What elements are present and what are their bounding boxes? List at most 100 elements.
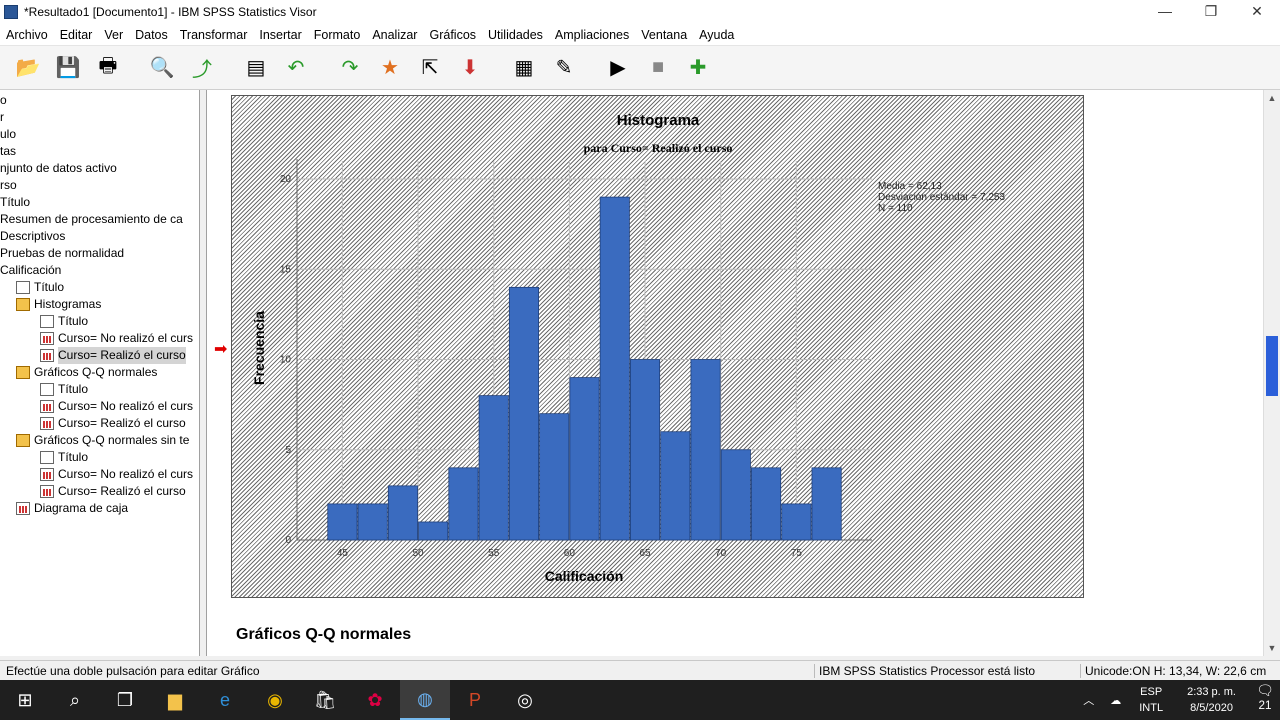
menu-analizar[interactable]: Analizar — [366, 28, 423, 42]
menu-ayuda[interactable]: Ayuda — [693, 28, 740, 42]
spss-app-icon — [4, 5, 18, 19]
outline-item[interactable]: Curso= Realizó el curso — [40, 483, 186, 500]
restore-button[interactable]: ❐ — [1188, 0, 1234, 24]
outline-item[interactable]: Curso= Realizó el curso — [40, 347, 186, 364]
book-icon — [16, 298, 30, 311]
menu-archivo[interactable]: Archivo — [0, 28, 54, 42]
notifications-icon[interactable]: 🗨21 — [1250, 682, 1280, 718]
outline-item[interactable]: Histogramas — [16, 296, 101, 313]
book-icon — [16, 434, 30, 447]
windows-start-icon[interactable]: ⊞ — [0, 680, 50, 720]
histogram-bar — [751, 467, 782, 541]
task-view-icon[interactable]: ❐ — [100, 680, 150, 720]
outline-item[interactable]: Gráficos Q-Q normales — [16, 364, 157, 381]
histogram-chart[interactable]: 0 5 10 15 20 45 50 55 60 65 70 75 Histograma para Cur… — [231, 95, 1084, 598]
outline-item[interactable]: Título — [16, 279, 64, 296]
menu-ver[interactable]: Ver — [98, 28, 129, 42]
outline-item-label: Gráficos Q-Q normales — [34, 365, 158, 379]
outline-item[interactable]: ulo — [0, 126, 16, 143]
store-icon[interactable]: 🛍 — [300, 680, 350, 720]
print-preview-icon[interactable]: 🔍 — [146, 52, 178, 84]
menu-ventana[interactable]: Ventana — [635, 28, 693, 42]
scrollbar-thumb[interactable] — [1266, 336, 1278, 396]
spss-taskbar-icon[interactable]: ◍ — [400, 680, 450, 720]
language-indicator[interactable]: ESP INTL — [1139, 684, 1163, 716]
save-icon[interactable]: 💾 — [52, 52, 84, 84]
print-icon[interactable]: 🖶 — [92, 52, 124, 84]
outline-item[interactable]: Curso= No realizó el curs — [40, 398, 193, 415]
outline-item-label: r — [0, 110, 4, 124]
outline-item[interactable]: Título — [40, 381, 88, 398]
search-icon[interactable]: ⌕ — [50, 680, 100, 720]
export-icon[interactable]: ⤴ — [186, 52, 218, 84]
menu-formato[interactable]: Formato — [308, 28, 367, 42]
outline-item[interactable]: Curso= No realizó el curs — [40, 466, 193, 483]
powerpoint-icon[interactable]: P — [450, 680, 500, 720]
outline-item-label: rso — [0, 178, 17, 192]
open-folder-icon[interactable]: 📂 — [12, 52, 44, 84]
outline-item-label: Calificación — [0, 263, 62, 277]
goto-case-icon[interactable]: ⇱ — [414, 52, 446, 84]
output-content-pane[interactable]: 0 5 10 15 20 45 50 55 60 65 70 75 Histograma para Cur… — [206, 90, 1280, 656]
stop-icon[interactable]: ■ — [642, 52, 674, 84]
windows-taskbar: ⊞ ⌕ ❐ ▆ e ◉ 🛍 ✿ ◍ P ◎ ︿ ☁ ESP INTL 2:33 … — [0, 680, 1280, 720]
outline-item[interactable]: Descriptivos — [0, 228, 65, 245]
outline-item-label: Descriptivos — [0, 229, 66, 243]
outline-item[interactable]: njunto de datos activo — [0, 160, 117, 177]
outline-item[interactable]: Pruebas de normalidad — [0, 245, 124, 262]
outline-item[interactable]: rso — [0, 177, 17, 194]
outline-item[interactable]: Diagrama de caja — [16, 500, 128, 517]
menu-ampliaciones[interactable]: Ampliaciones — [549, 28, 635, 42]
outline-item-label: Curso= Realizó el curso — [58, 484, 186, 498]
minimize-button[interactable]: — — [1142, 0, 1188, 24]
outline-item[interactable]: Título — [40, 449, 88, 466]
scroll-down-icon[interactable]: ▼ — [1264, 640, 1280, 656]
outline-item-label: Diagrama de caja — [34, 501, 129, 515]
x-tick-label: 45 — [337, 548, 349, 559]
edge-browser-icon[interactable]: e — [200, 680, 250, 720]
onedrive-cloud-icon[interactable]: ☁ — [1110, 694, 1121, 707]
recall-dialog-icon[interactable]: ▤ — [240, 52, 272, 84]
menu-utilidades[interactable]: Utilidades — [482, 28, 549, 42]
outline-item-label: Curso= No realizó el curs — [58, 467, 194, 481]
app-icon[interactable]: ✿ — [350, 680, 400, 720]
obs-icon[interactable]: ◎ — [500, 680, 550, 720]
chevron-up-icon[interactable]: ︿ — [1083, 692, 1094, 708]
language-code: ESP — [1140, 686, 1163, 698]
outline-item[interactable]: Curso= No realizó el curs — [40, 330, 193, 347]
menu-editar[interactable]: Editar — [54, 28, 99, 42]
outline-item[interactable]: Título — [0, 194, 30, 211]
designate-window-icon[interactable]: ✎ — [548, 52, 580, 84]
outline-item[interactable]: Curso= Realizó el curso — [40, 415, 186, 432]
file-explorer-icon[interactable]: ▆ — [150, 680, 200, 720]
goto-variable-icon[interactable]: ⬇ — [454, 52, 486, 84]
create-title-icon[interactable]: ▶ — [602, 52, 634, 84]
close-button[interactable]: ✕ — [1234, 0, 1280, 24]
outline-item[interactable]: o — [0, 92, 7, 109]
redo-icon[interactable]: ↷ — [334, 52, 366, 84]
outline-pane[interactable]: o r ulo tas njunto de datos activo rso Título R… — [0, 90, 200, 656]
outline-item[interactable]: Título — [40, 313, 88, 330]
menu-gr-ficos[interactable]: Gráficos — [423, 28, 482, 42]
outline-item[interactable]: tas — [0, 143, 16, 160]
histogram-bar — [357, 503, 388, 541]
outline-item[interactable]: Resumen de procesamiento de ca — [0, 211, 183, 228]
clock[interactable]: 2:33 p. m. 8/5/2020 — [1187, 684, 1236, 716]
output-vertical-scrollbar[interactable]: ▲ ▼ — [1263, 90, 1280, 656]
menu-datos[interactable]: Datos — [129, 28, 174, 42]
undo-icon[interactable]: ↶ — [280, 52, 312, 84]
histogram-bar — [690, 359, 721, 541]
y-axis-title: Frecuencia — [251, 311, 267, 385]
outline-item[interactable]: Gráficos Q-Q normales sin te — [16, 432, 189, 449]
variables-icon[interactable]: ▦ — [508, 52, 540, 84]
chrome-icon[interactable]: ◉ — [250, 680, 300, 720]
histogram-bar — [539, 413, 570, 541]
add-output-icon[interactable]: ✚ — [682, 52, 714, 84]
menu-insertar[interactable]: Insertar — [253, 28, 307, 42]
chart-icon — [16, 502, 30, 515]
outline-item[interactable]: Calificación — [0, 262, 61, 279]
outline-item[interactable]: r — [0, 109, 4, 126]
goto-data-icon[interactable]: ★ — [374, 52, 406, 84]
scroll-up-icon[interactable]: ▲ — [1264, 90, 1280, 106]
menu-transformar[interactable]: Transformar — [174, 28, 254, 42]
